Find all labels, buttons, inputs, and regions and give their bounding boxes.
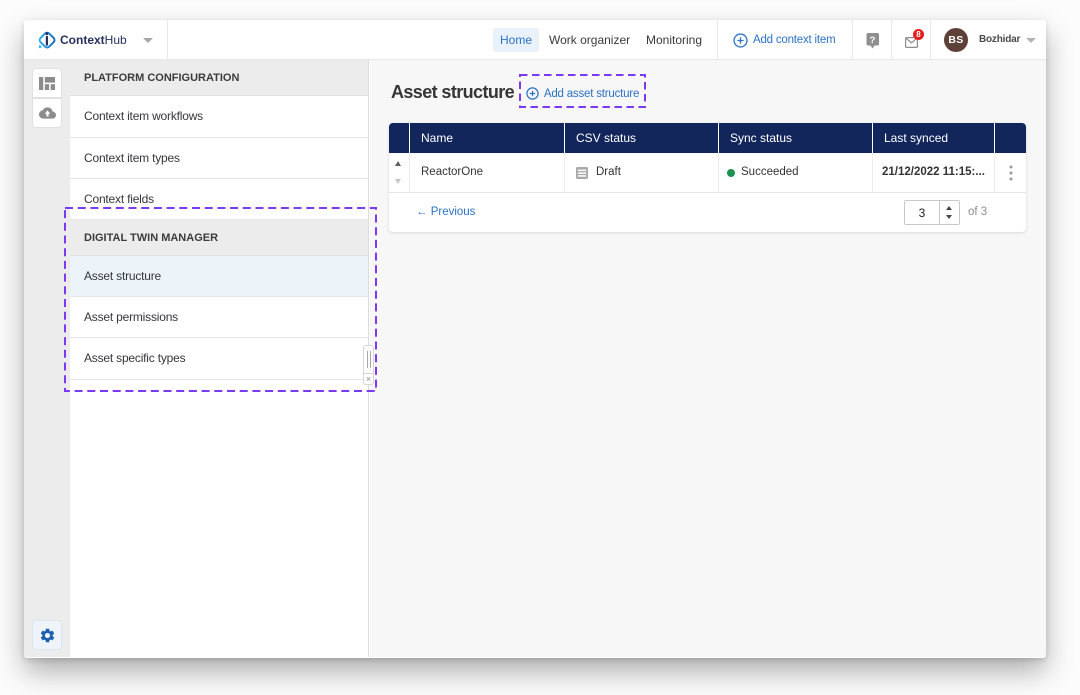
svg-text:?: ? [870, 35, 876, 46]
